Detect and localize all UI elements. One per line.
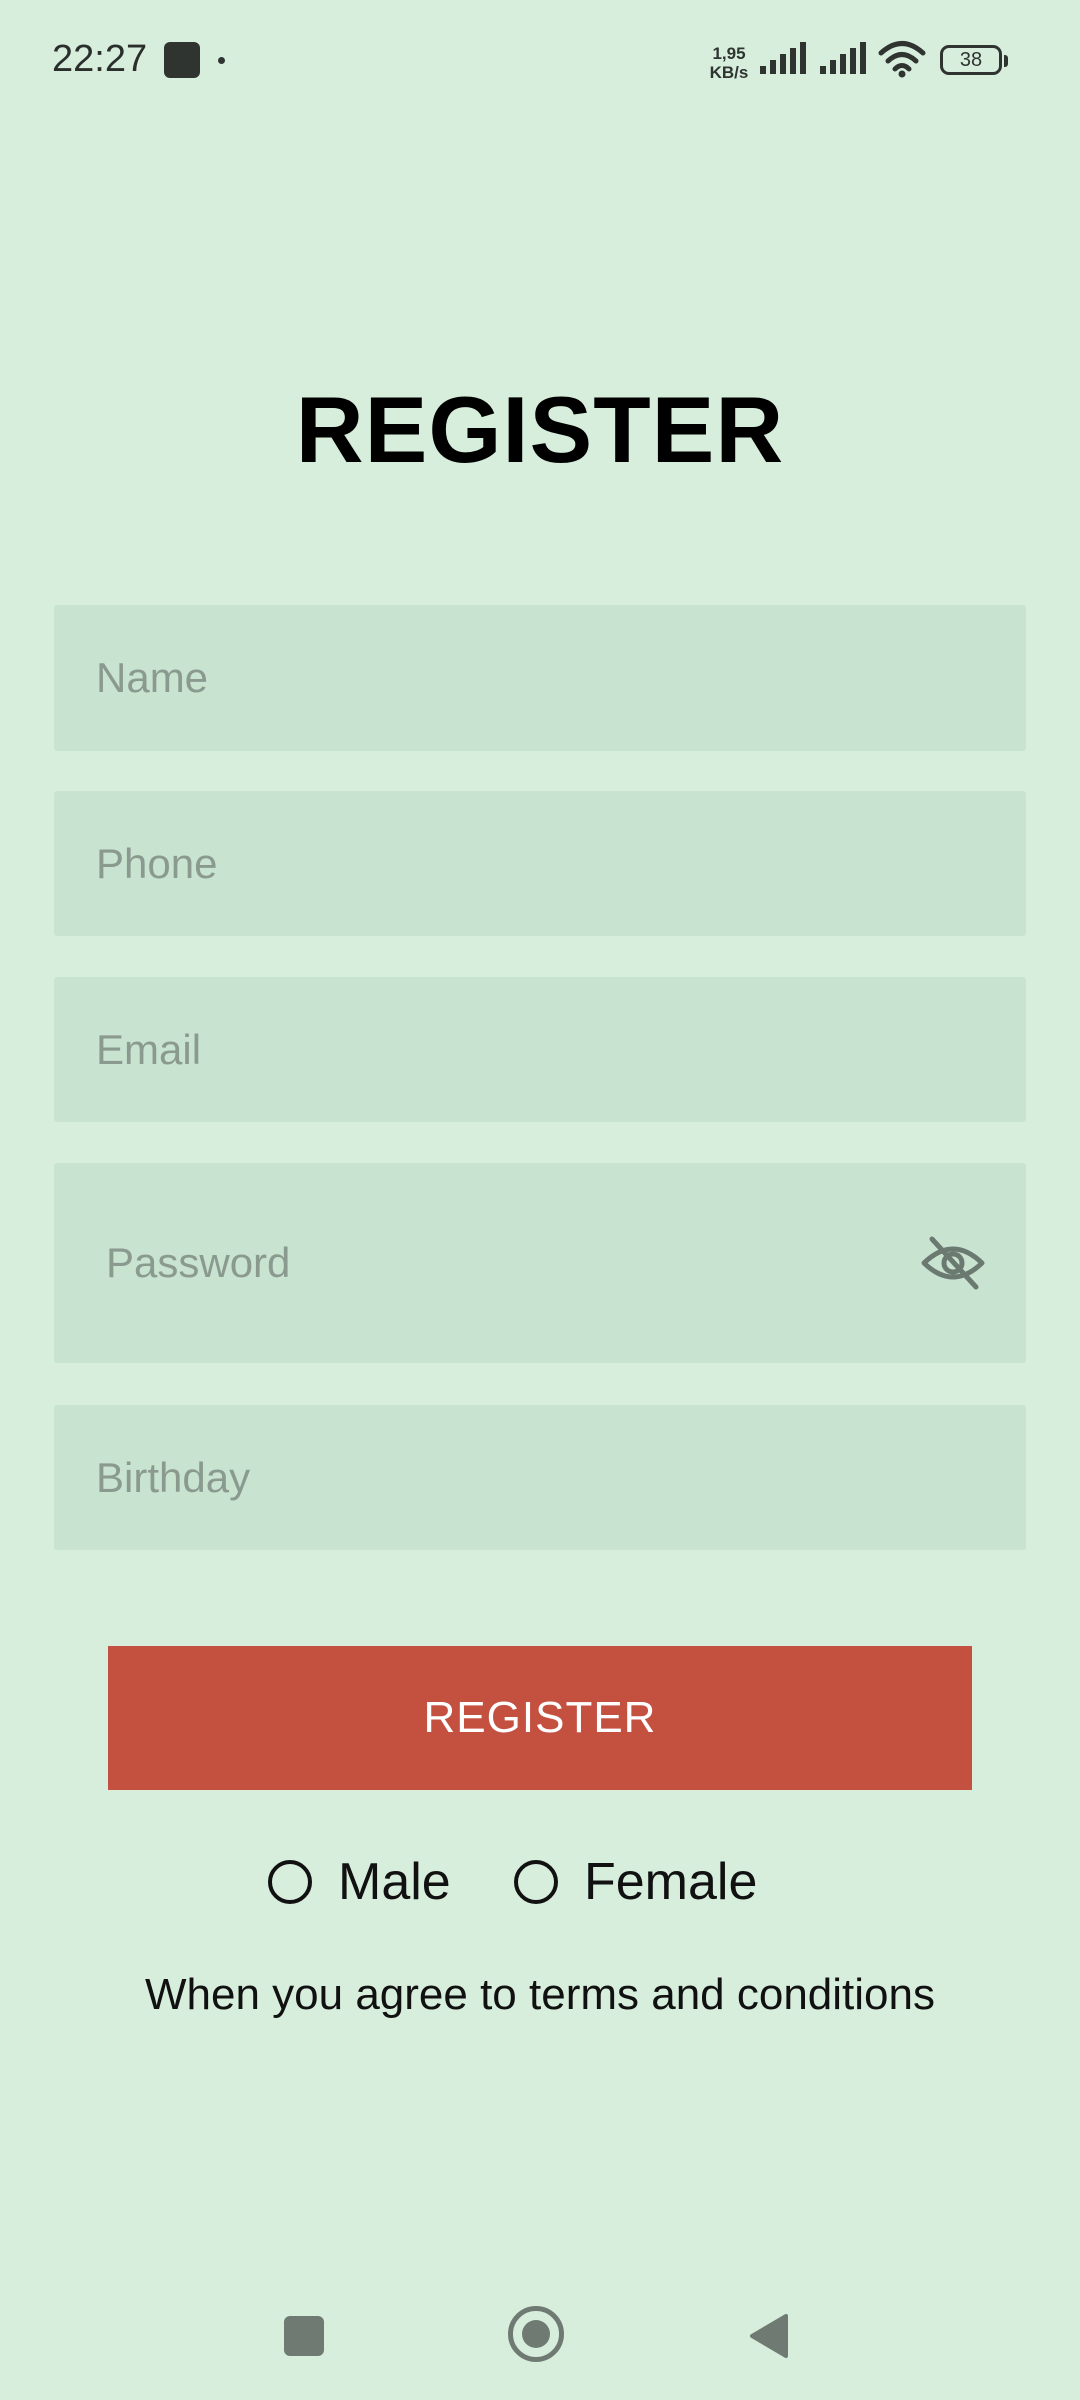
terms-text: When you agree to terms and conditions [144, 1970, 935, 2019]
back-button[interactable] [746, 2312, 790, 2360]
birthday-field[interactable] [54, 1405, 1026, 1550]
phone-input[interactable] [54, 791, 1026, 936]
gender-female-option[interactable]: Female [514, 1848, 757, 1916]
male-label: Male [338, 1853, 451, 1911]
phone-field[interactable] [54, 791, 1026, 936]
signal-icon [820, 42, 866, 74]
app-notification-icon [164, 42, 200, 78]
register-screen: 22:27 1,95 KB/s 38 REGISTER Name Phone E… [0, 0, 1080, 2400]
home-button[interactable] [508, 2306, 564, 2362]
battery-indicator: 38 [940, 45, 1008, 75]
register-button[interactable]: REGISTER [108, 1646, 972, 1790]
name-field[interactable] [54, 605, 1026, 751]
battery-level: 38 [959, 49, 983, 71]
page-title: REGISTER [295, 377, 785, 482]
female-label: Female [584, 1853, 758, 1911]
notification-dot-icon [218, 57, 225, 64]
battery-tip [1004, 55, 1008, 67]
name-input[interactable] [54, 605, 1026, 751]
signal-icon [760, 42, 806, 74]
eye-off-icon[interactable] [920, 1233, 986, 1293]
male-radio-button[interactable] [268, 1860, 312, 1904]
network-speed: 1,95 KB/s [706, 44, 752, 82]
wifi-icon [878, 41, 926, 78]
email-input[interactable] [54, 977, 1026, 1122]
birthday-input[interactable] [54, 1405, 1026, 1550]
status-time: 22:27 [52, 38, 148, 80]
network-speed-unit: KB/s [709, 63, 749, 82]
female-radio-button[interactable] [514, 1860, 558, 1904]
password-field[interactable] [54, 1163, 1026, 1363]
recent-apps-button[interactable] [284, 2316, 324, 2356]
password-input[interactable] [54, 1163, 1026, 1363]
navigation-bar [0, 2280, 1080, 2400]
status-bar: 22:27 1,95 KB/s 38 [0, 0, 1080, 120]
email-field[interactable] [54, 977, 1026, 1122]
gender-male-option[interactable]: Male [268, 1848, 451, 1916]
network-speed-value: 1,95 [712, 44, 746, 63]
